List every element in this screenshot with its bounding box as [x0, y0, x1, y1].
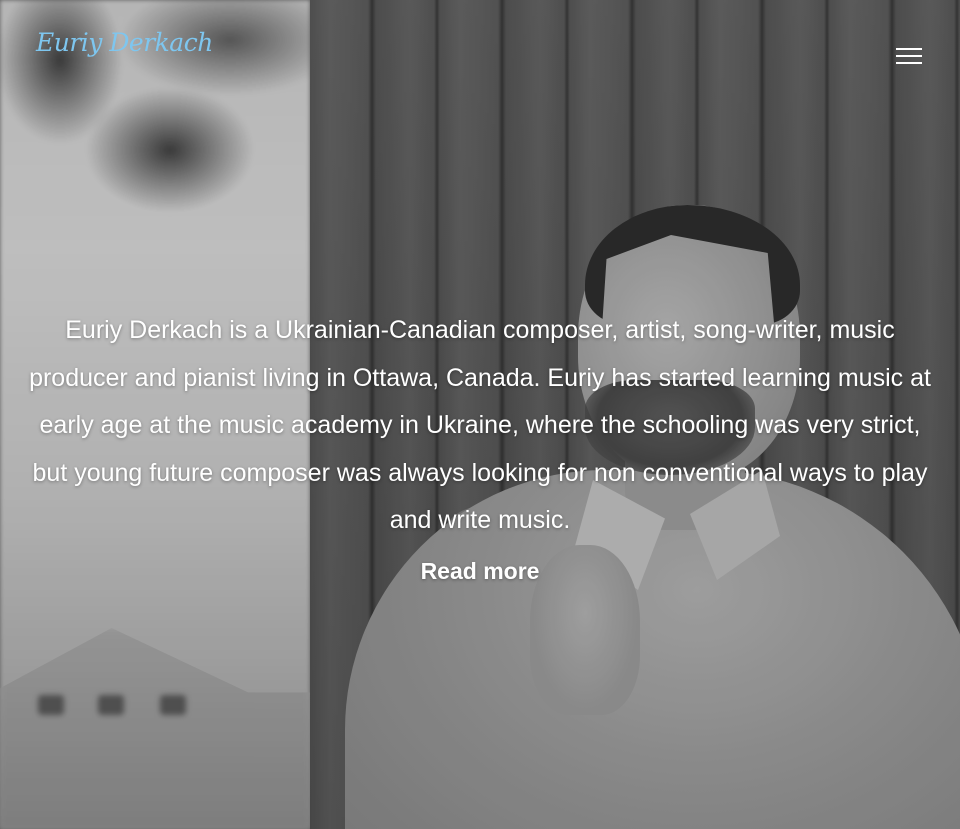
menu-icon-bar: [896, 48, 922, 50]
site-logo[interactable]: Euriy Derkach: [36, 28, 213, 57]
hero-bio-text: Euriy Derkach is a Ukrainian-Canadian co…: [29, 316, 931, 534]
hamburger-menu-icon[interactable]: [893, 43, 925, 71]
menu-icon-bar: [896, 55, 922, 57]
menu-icon-bar: [896, 62, 922, 64]
read-more-link[interactable]: Read more: [380, 558, 580, 585]
